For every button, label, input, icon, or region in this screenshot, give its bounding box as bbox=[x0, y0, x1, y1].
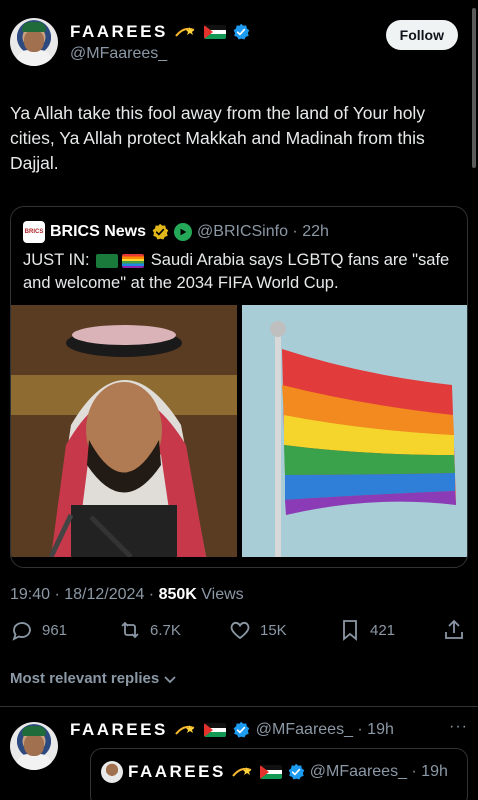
share-icon bbox=[445, 619, 463, 639]
repost-action[interactable]: 6.7K bbox=[118, 618, 181, 642]
reply-action[interactable]: 961 bbox=[10, 618, 67, 642]
tweet-header: FAAREES @MFaarees_ Follow bbox=[10, 18, 464, 70]
quoted-tweet[interactable]: BRICS BRICS News @BRICSinfo · 22h JUST I… bbox=[10, 206, 468, 568]
bookmark-icon bbox=[343, 620, 357, 641]
reply-handle-time: @MFaarees_ · 19h bbox=[255, 721, 394, 738]
tweet-text: Ya Allah take this fool away from the la… bbox=[10, 103, 426, 173]
views-label: Views bbox=[196, 586, 244, 603]
views-count: 850K bbox=[158, 586, 197, 603]
reply-author-avatar[interactable] bbox=[10, 722, 58, 770]
palestine-flag-icon bbox=[203, 723, 226, 737]
reply-count: 961 bbox=[42, 621, 68, 639]
bookmark-count: 421 bbox=[370, 621, 396, 639]
tweet-meta: 19:40 · 18/12/2024 · 850K Views bbox=[10, 586, 244, 604]
dizzy-emoji-icon bbox=[175, 725, 195, 735]
reply-quoted-name: FAAREES bbox=[128, 762, 226, 781]
quoted-tweet-header: BRICS BRICS News @BRICSinfo · 22h bbox=[23, 221, 329, 243]
portrait-illustration bbox=[11, 305, 237, 557]
repost-icon bbox=[121, 621, 139, 639]
like-action[interactable]: 15K bbox=[228, 618, 287, 642]
reply-display-name[interactable]: FAAREES bbox=[70, 720, 168, 740]
play-badge-icon bbox=[174, 223, 193, 241]
share-action[interactable] bbox=[442, 618, 466, 642]
dizzy-emoji-icon bbox=[232, 767, 252, 777]
palestine-flag-icon bbox=[203, 25, 226, 39]
reply-icon bbox=[12, 622, 31, 641]
scrollbar[interactable] bbox=[472, 8, 476, 168]
reply-quoted-tweet[interactable]: FAAREES @MFaarees_ · 19h bbox=[90, 748, 468, 800]
more-options-icon[interactable]: ··· bbox=[449, 718, 468, 736]
repost-count: 6.7K bbox=[150, 621, 181, 639]
author-handle[interactable]: @MFaarees_ bbox=[70, 45, 167, 63]
replies-sort-label: Most relevant replies bbox=[10, 670, 160, 687]
author-display-name[interactable]: FAAREES bbox=[70, 22, 168, 42]
quoted-image-portrait[interactable] bbox=[11, 305, 237, 557]
gold-verified-badge-icon bbox=[152, 223, 169, 240]
like-count: 15K bbox=[260, 621, 287, 639]
quoted-handle-time: @BRICSinfo · 22h bbox=[197, 223, 329, 240]
tweet-timestamp[interactable]: 19:40 · 18/12/2024 · bbox=[10, 586, 159, 603]
quoted-text-prefix: JUST IN: bbox=[23, 251, 95, 269]
rainbow-flag-illustration bbox=[242, 305, 467, 557]
verified-badge-icon bbox=[233, 721, 250, 738]
rainbow-flag-icon bbox=[122, 253, 145, 268]
bookmark-action[interactable]: 421 bbox=[338, 618, 395, 642]
dizzy-emoji-icon bbox=[175, 27, 195, 37]
brics-logo-icon[interactable]: BRICS bbox=[23, 221, 45, 243]
reply-name-row: FAAREES @MFaarees_ · 19h bbox=[70, 720, 394, 740]
reply-quoted-header: FAAREES @MFaarees_ · 19h bbox=[101, 761, 448, 783]
tweet-actions: 961 6.7K 15K 421 bbox=[10, 618, 466, 648]
palestine-flag-icon bbox=[259, 765, 282, 779]
quoted-image-flag[interactable] bbox=[242, 305, 467, 557]
author-name-row: FAAREES bbox=[70, 22, 250, 42]
quoted-author-name[interactable]: BRICS News bbox=[50, 223, 146, 241]
verified-badge-icon bbox=[233, 23, 250, 40]
reply-quoted-handle-time: @MFaarees_ · 19h bbox=[309, 763, 448, 780]
follow-button[interactable]: Follow bbox=[385, 20, 458, 50]
divider bbox=[0, 706, 478, 707]
reply-item[interactable]: FAAREES @MFaarees_ · 19h ··· FAAREES @MF… bbox=[10, 718, 468, 800]
replies-sort-dropdown[interactable]: Most relevant replies bbox=[10, 670, 177, 687]
heart-icon bbox=[230, 621, 250, 640]
author-avatar[interactable] bbox=[10, 18, 58, 66]
reply-quoted-avatar bbox=[101, 761, 123, 783]
quoted-tweet-text: JUST IN: Saudi Arabia says LGBTQ fans ar… bbox=[23, 249, 459, 295]
chevron-down-icon bbox=[164, 675, 176, 683]
verified-badge-icon bbox=[288, 763, 305, 780]
saudi-flag-icon bbox=[96, 253, 119, 268]
